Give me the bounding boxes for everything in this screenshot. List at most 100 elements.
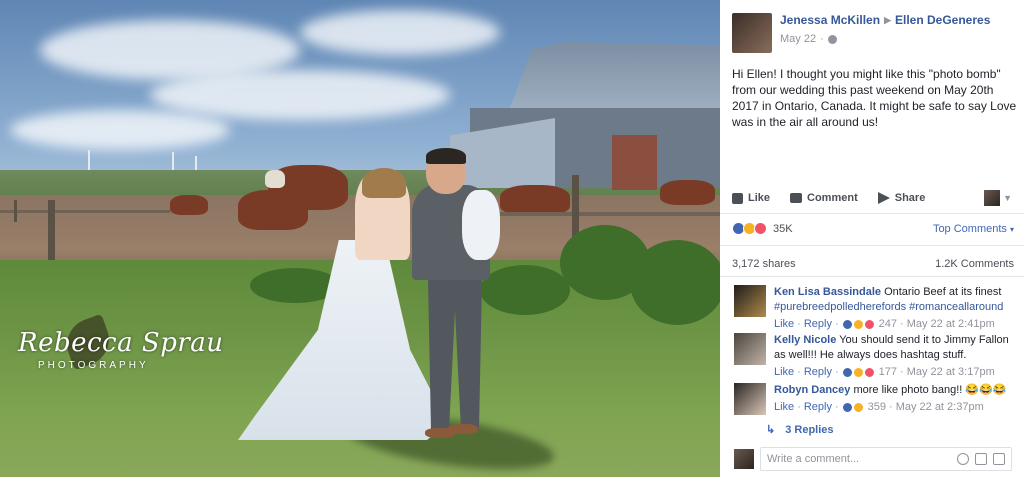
cloud (150, 70, 450, 120)
share-label: Share (894, 192, 926, 204)
watermark-subtitle: PHOTOGRAPHY (38, 360, 149, 371)
post-date-link[interactable]: May 22 (780, 33, 816, 45)
bush (480, 265, 570, 315)
comment-item: Ken Lisa Bassindale Ontario Beef at its … (734, 285, 1019, 332)
watermark-name: Rebecca Sprau (18, 328, 224, 358)
like-reaction-icon (841, 319, 853, 330)
separator-dot: · (820, 33, 824, 45)
cow-face (265, 170, 285, 188)
separator-dot: · (834, 318, 839, 330)
counts-row: 3,172 shares 1.2K Comments (732, 258, 1014, 270)
love-reaction-icon (863, 319, 875, 330)
comment-reply-link[interactable]: Reply (804, 365, 832, 380)
comment-reply-link[interactable]: Reply (804, 400, 832, 415)
author-avatar[interactable] (732, 13, 772, 53)
bride-hair (362, 168, 406, 198)
globe-icon[interactable] (827, 34, 837, 44)
date-line: May 22 · (780, 33, 990, 45)
post-photo[interactable]: Rebecca Sprau PHOTOGRAPHY (0, 0, 720, 477)
comment-label: Comment (807, 192, 858, 204)
post-meta: Jenessa McKillen ▶ Ellen DeGeneres May 2… (780, 13, 990, 53)
share-arrow-icon (877, 192, 890, 204)
comment-like-link[interactable]: Like (774, 365, 794, 380)
cow (660, 180, 715, 205)
comment-text: Ontario Beef at its finest (884, 286, 1002, 298)
comment-body: Kelly Nicole You should send it to Jimmy… (774, 333, 1019, 380)
post-header: Jenessa McKillen ▶ Ellen DeGeneres May 2… (732, 13, 990, 53)
comment-reply-link[interactable]: Reply (804, 317, 832, 332)
fence-post (14, 200, 17, 222)
post-side-panel: Jenessa McKillen ▶ Ellen DeGeneres May 2… (720, 0, 1024, 477)
like-button[interactable]: Like (732, 192, 770, 204)
comment-body: Robyn Dancey more like photo bang!! 😂😂😂 … (774, 383, 1006, 415)
cloud (300, 10, 500, 55)
top-comments-label: Top Comments (932, 222, 1007, 235)
divider (720, 276, 1024, 277)
divider (720, 213, 1024, 214)
comment-input-tools (957, 453, 1005, 465)
write-comment-row: Write a comment... (734, 447, 1012, 471)
share-button[interactable]: Share (877, 192, 926, 204)
cow (500, 185, 570, 215)
separator-dot: · (900, 318, 904, 330)
action-bar: Like Comment Share ▼ (732, 190, 1012, 206)
comment-body: Ken Lisa Bassindale Ontario Beef at its … (774, 285, 1003, 332)
divider (720, 245, 1024, 246)
haha-reaction-icon (852, 367, 864, 378)
like-reaction-icon (841, 367, 853, 378)
view-replies-link[interactable]: ↳ 3 Replies (766, 423, 834, 437)
author-line: Jenessa McKillen ▶ Ellen DeGeneres (780, 13, 990, 27)
user-avatar (984, 190, 1001, 206)
comment-bubble-icon (790, 193, 803, 203)
comment-like-link[interactable]: Like (774, 400, 794, 415)
cloud (10, 110, 230, 150)
comments-count[interactable]: 1.2K Comments (935, 258, 1014, 270)
barn-door (612, 135, 657, 190)
separator-dot: · (797, 366, 801, 378)
like-label: Like (748, 192, 771, 204)
love-reaction-icon[interactable] (754, 222, 767, 235)
comment-hashtags[interactable]: #purebreedpolledherefords #romanceallaro… (774, 300, 1003, 315)
reaction-count[interactable]: 35K (773, 223, 793, 235)
gif-icon[interactable] (993, 453, 1005, 465)
target-page-link[interactable]: Ellen DeGeneres (895, 13, 990, 27)
fence-rail (470, 212, 720, 216)
triangle-right-icon: ▶ (884, 14, 891, 25)
comment-reaction-count[interactable]: 177 (879, 365, 897, 380)
comment-button[interactable]: Comment (790, 192, 858, 204)
commenter-name[interactable]: Robyn Dancey (774, 384, 850, 396)
comment-timestamp[interactable]: May 22 at 2:37pm (896, 400, 984, 415)
author-name-link[interactable]: Jenessa McKillen (780, 13, 880, 27)
comment-reaction-count[interactable]: 359 (868, 400, 886, 415)
emoji-icon[interactable] (957, 453, 969, 465)
comment-input[interactable]: Write a comment... (760, 447, 1012, 471)
thumbs-up-icon (732, 192, 743, 204)
comment-item: Robyn Dancey more like photo bang!! 😂😂😂 … (734, 383, 1019, 415)
caret-down-icon: ▾ (1009, 224, 1014, 234)
camera-icon[interactable] (975, 453, 987, 465)
like-reaction-icon (841, 402, 853, 413)
cow (238, 190, 308, 230)
comment-meta: Like · Reply · 247 · May 22 at 2:41pm (774, 317, 1003, 332)
commenter-avatar[interactable] (734, 333, 766, 365)
commenter-name[interactable]: Ken Lisa Bassindale (774, 286, 881, 298)
post-text: Hi Ellen! I thought you might like this … (732, 67, 1017, 129)
comment-text: more like photo bang!! 😂😂😂 (853, 384, 1007, 396)
top-comments-dropdown[interactable]: Top Comments ▾ (933, 223, 1014, 235)
shares-count[interactable]: 3,172 shares (732, 258, 796, 270)
reactions-row: 35K Top Comments ▾ (732, 222, 1014, 235)
separator-dot: · (889, 401, 893, 413)
commenter-avatar[interactable] (734, 383, 766, 415)
comment-timestamp[interactable]: May 22 at 3:17pm (907, 365, 995, 380)
commenter-avatar[interactable] (734, 285, 766, 317)
replies-label: 3 Replies (785, 423, 834, 436)
comment-like-link[interactable]: Like (774, 317, 794, 332)
separator-dot: · (797, 318, 801, 330)
comment-meta: Like · Reply · 177 · May 22 at 3:17pm (774, 365, 1019, 380)
comment-reaction-count[interactable]: 247 (879, 317, 897, 332)
commenter-name[interactable]: Kelly Nicole (774, 334, 836, 346)
groom-sleeve (462, 190, 500, 260)
comment-timestamp[interactable]: May 22 at 2:41pm (907, 317, 995, 332)
bush (630, 240, 720, 325)
reaction-identity-selector[interactable]: ▼ (984, 190, 1012, 206)
